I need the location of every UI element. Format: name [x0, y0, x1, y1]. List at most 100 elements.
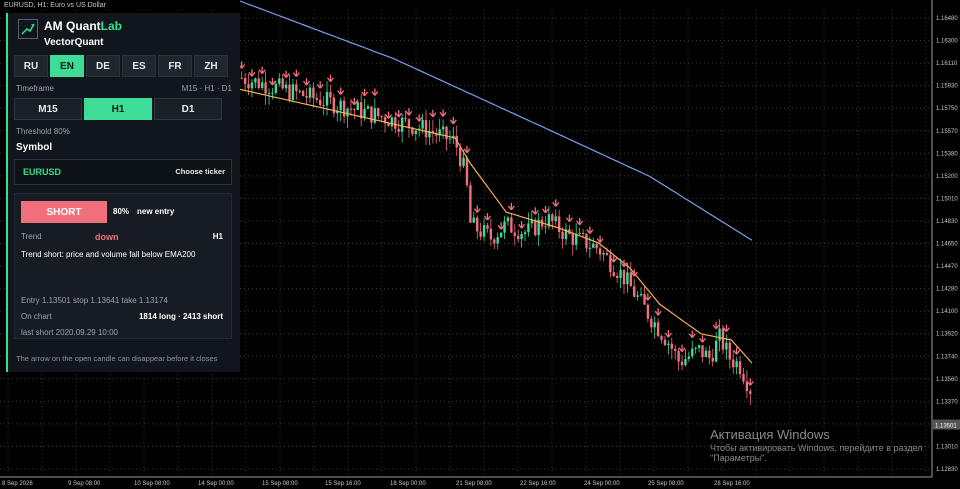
sell-arrow-icon [405, 108, 413, 116]
sell-arrow-icon [439, 109, 447, 117]
lang-button-es[interactable]: ES [122, 55, 156, 77]
y-tick-label: 1.14280 [936, 287, 958, 293]
candle-body [458, 147, 462, 167]
candle-body [339, 100, 342, 111]
on-chart-counts: 1814 long · 2413 short [138, 312, 223, 321]
candle-body [380, 116, 383, 118]
candle-body [653, 322, 656, 328]
lang-button-fr[interactable]: FR [158, 55, 192, 77]
sell-arrow-icon [483, 213, 491, 221]
candle-body [684, 359, 687, 366]
sell-arrow-icon [722, 324, 730, 332]
ema200-line [239, 0, 753, 241]
y-tick-label: 1.15570 [936, 129, 958, 135]
sell-arrow-icon [518, 221, 526, 229]
brand-accent: Lab [100, 19, 123, 33]
x-tick-label: 18 Sep 00:00 [390, 481, 426, 487]
candle-body [697, 345, 701, 348]
timeframe-selector: M15 H1 D1 [14, 98, 222, 120]
y-tick-label: 1.16480 [936, 16, 958, 22]
candle-body [329, 92, 332, 98]
lang-button-en[interactable]: EN [50, 55, 84, 77]
lang-button-zh[interactable]: ZH [194, 55, 228, 77]
candle-body [479, 231, 482, 237]
sell-arrow-icon [688, 330, 696, 339]
sell-arrow-icon [292, 69, 300, 78]
candle-body [370, 106, 373, 123]
candle-body [465, 157, 469, 186]
candle-body [325, 92, 329, 106]
sell-arrow-icon [596, 235, 604, 243]
candle-body [366, 106, 370, 109]
timeframe-button-m15[interactable]: M15 [14, 98, 82, 120]
sell-arrow-icon [497, 222, 505, 230]
candle-body [312, 87, 315, 98]
sell-arrow-icon [507, 202, 515, 211]
trend-timeframe: H1 [212, 232, 223, 241]
short-signal-button[interactable]: SHORT [21, 201, 107, 223]
y-tick-label: 1.14650 [936, 242, 958, 248]
brand-subtitle: VectorQuant [44, 37, 104, 48]
symbol-field[interactable]: EURUSD Choose ticker [14, 159, 232, 185]
signal-percent: 80% [113, 207, 130, 216]
candle-body [441, 126, 445, 130]
y-tick-label: 1.13740 [936, 354, 958, 360]
timeframe-button-d1[interactable]: D1 [154, 98, 222, 120]
sell-arrow-icon [350, 97, 358, 106]
candle-body [701, 345, 704, 358]
sell-arrow-icon [565, 214, 573, 223]
candle-body [400, 117, 404, 132]
choose-ticker-button[interactable]: Choose ticker [175, 167, 225, 176]
timeframe-button-h1[interactable]: H1 [84, 98, 152, 120]
x-tick-label: 15 Sep 16:00 [325, 481, 361, 487]
candle-body [554, 216, 557, 222]
candle-body [264, 82, 267, 94]
windows-activation-text: Чтобы активировать Windows, перейдите в … [710, 443, 923, 463]
candle-body [284, 84, 288, 89]
windows-activation-title: Активация Windows [710, 427, 830, 442]
x-tick-label: 14 Sep 00:00 [198, 481, 234, 487]
candle-body [257, 78, 260, 89]
candle-body [677, 350, 680, 362]
sell-arrow-icon [552, 199, 560, 207]
sell-arrow-icon [326, 74, 334, 83]
entry-levels: Entry 1.13501 stop 1.13641 take 1.13174 [21, 296, 168, 305]
candle-body [639, 293, 643, 296]
candle-body [612, 272, 615, 276]
y-tick-label: 1.13920 [936, 332, 958, 338]
y-tick-label: 1.13370 [936, 399, 958, 405]
symbol-heading: Symbol [16, 142, 53, 153]
candle-body [663, 339, 667, 346]
candle-body [735, 361, 738, 368]
lang-button-de[interactable]: DE [86, 55, 120, 77]
y-tick-label: 1.15200 [936, 174, 958, 180]
candle-body [749, 391, 752, 394]
quantlab-panel: AM QuantLab VectorQuant RU EN DE ES FR Z… [6, 13, 240, 372]
sell-arrow-icon [746, 378, 754, 386]
sell-arrow-icon [361, 88, 369, 97]
trend-value: down [95, 232, 119, 242]
x-tick-label: 15 Sep 08:00 [262, 481, 298, 487]
candle-body [711, 357, 714, 362]
candle-body [629, 272, 633, 287]
candle-body [667, 343, 670, 346]
candle-body [308, 87, 312, 98]
language-selector: RU EN DE ES FR ZH [14, 55, 228, 77]
x-tick-label: 22 Sep 16:00 [520, 481, 556, 487]
candle-body [602, 252, 605, 255]
candle-body [394, 117, 397, 129]
x-tick-label: 25 Sep 08:00 [648, 481, 684, 487]
symbol-value: EURUSD [23, 167, 62, 177]
lang-button-ru[interactable]: RU [14, 55, 48, 77]
candle-body [476, 217, 479, 232]
candle-body [260, 82, 264, 89]
candle-body [691, 348, 694, 357]
y-tick-label: 1.15930 [936, 84, 958, 90]
sell-arrow-icon [371, 88, 379, 96]
candle-body [404, 117, 407, 120]
candle-body [680, 361, 684, 366]
candle-body [585, 233, 588, 249]
candle-body [346, 108, 349, 117]
candle-body [274, 83, 278, 93]
sell-arrow-icon [678, 344, 686, 352]
